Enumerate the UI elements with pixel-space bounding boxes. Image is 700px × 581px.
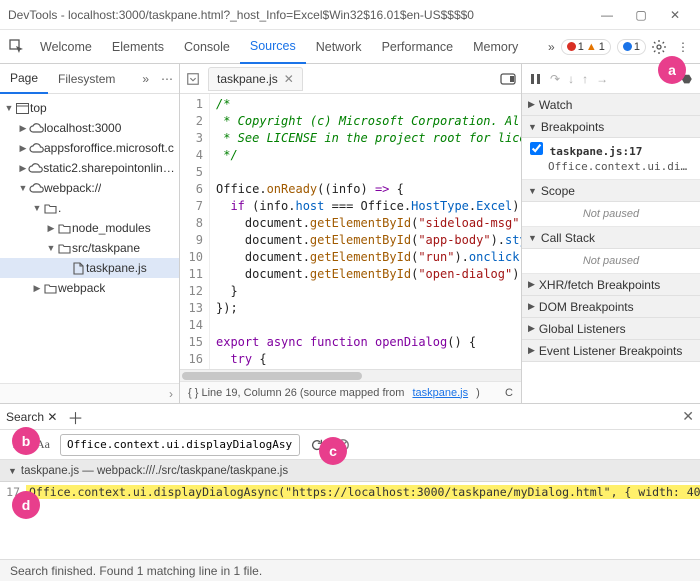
callstack-section-header[interactable]: ▼Call Stack bbox=[522, 227, 700, 249]
annotation-a: a bbox=[658, 56, 686, 84]
editor-tab-taskpane[interactable]: taskpane.js ✕ bbox=[208, 67, 303, 91]
annotation-c: c bbox=[319, 437, 347, 465]
tab-console[interactable]: Console bbox=[174, 30, 240, 64]
step-icon[interactable]: → bbox=[596, 72, 608, 86]
navigator-footer: › bbox=[0, 383, 179, 403]
annotation-b: b bbox=[12, 427, 40, 455]
scope-section-header[interactable]: ▼Scope bbox=[522, 180, 700, 202]
window-minimize-button[interactable]: — bbox=[590, 4, 624, 26]
editor-panel: taskpane.js ✕ 12345678910111213141516171… bbox=[180, 64, 522, 403]
step-over-icon[interactable]: ↷ bbox=[550, 72, 560, 86]
search-status-bar: Search finished. Found 1 matching line i… bbox=[0, 559, 700, 581]
navigator-more-icon[interactable]: » bbox=[136, 72, 155, 86]
window-maximize-button[interactable]: ▢ bbox=[624, 4, 658, 26]
debugger-panel: ↷ ↓ ↑ → ⬣ ▶Watch ▼Breakpoints taskpane.j… bbox=[522, 64, 700, 403]
breakpoints-section-body: taskpane.js:17 Office.context.ui.displa… bbox=[522, 138, 700, 180]
dom-section-header[interactable]: ▶DOM Breakpoints bbox=[522, 296, 700, 318]
tree-item[interactable]: taskpane.js bbox=[0, 258, 179, 278]
kebab-menu-icon[interactable]: ⋮ bbox=[672, 36, 694, 58]
editor-device-icon[interactable] bbox=[499, 70, 517, 88]
line-gutter[interactable]: 12345678910111213141516171819202122 bbox=[180, 94, 210, 369]
inspect-icon[interactable] bbox=[6, 36, 28, 58]
horizontal-scrollbar[interactable] bbox=[180, 369, 521, 381]
step-out-icon[interactable]: ↑ bbox=[582, 72, 588, 86]
search-input[interactable] bbox=[60, 434, 300, 456]
navigator-kebab-icon[interactable]: ⋯ bbox=[155, 72, 179, 86]
global-section-header[interactable]: ▶Global Listeners bbox=[522, 318, 700, 340]
source-map-link[interactable]: taskpane.js bbox=[412, 387, 468, 399]
window-close-button[interactable]: ✕ bbox=[658, 4, 692, 26]
tab-sources[interactable]: Sources bbox=[240, 30, 306, 64]
settings-gear-icon[interactable] bbox=[648, 36, 670, 58]
page-tab[interactable]: Page bbox=[0, 64, 48, 94]
tab-welcome[interactable]: Welcome bbox=[30, 30, 102, 64]
file-tree[interactable]: ▼top▶localhost:3000▶appsforoffice.micros… bbox=[0, 94, 179, 383]
more-tabs-icon[interactable]: » bbox=[544, 40, 559, 54]
tree-item[interactable]: ▶webpack bbox=[0, 278, 179, 298]
tab-network[interactable]: Network bbox=[306, 30, 372, 64]
navigator-panel: Page Filesystem » ⋯ ▼top▶localhost:3000▶… bbox=[0, 64, 180, 403]
close-search-tab-icon[interactable]: ✕ bbox=[47, 410, 57, 424]
event-section-header[interactable]: ▶Event Listener Breakpoints bbox=[522, 340, 700, 362]
editor-status-bar: { } Line 19, Column 26 (source mapped fr… bbox=[180, 381, 521, 403]
tree-item[interactable]: ▼webpack:// bbox=[0, 178, 179, 198]
drawer-panel: Search ✕ ＋ ✕ .* Aa ▼ taskpane.js — webpa… bbox=[0, 404, 700, 581]
step-into-icon[interactable]: ↓ bbox=[568, 72, 574, 86]
new-tab-icon[interactable]: ＋ bbox=[67, 405, 83, 429]
close-drawer-icon[interactable]: ✕ bbox=[682, 408, 694, 425]
issue-badges[interactable]: 1 ▲1 1 bbox=[561, 39, 646, 55]
tree-item[interactable]: ▶localhost:3000 bbox=[0, 118, 179, 138]
tree-item[interactable]: ▼src/taskpane bbox=[0, 238, 179, 258]
search-result-match[interactable]: 17 Office.context.ui.displayDialogAsync(… bbox=[0, 482, 700, 502]
breakpoints-section-header[interactable]: ▼Breakpoints bbox=[522, 116, 700, 138]
pause-icon[interactable] bbox=[530, 73, 542, 85]
breakpoint-item[interactable]: taskpane.js:17 Office.context.ui.displa… bbox=[530, 142, 692, 175]
annotation-d: d bbox=[12, 491, 40, 519]
tab-performance[interactable]: Performance bbox=[372, 30, 464, 64]
window-title: DevTools - localhost:3000/taskpane.html?… bbox=[8, 8, 590, 22]
tree-item[interactable]: ▼. bbox=[0, 198, 179, 218]
tab-memory[interactable]: Memory bbox=[463, 30, 528, 64]
search-result-file[interactable]: ▼ taskpane.js — webpack:///./src/taskpan… bbox=[0, 460, 700, 482]
coverage-icon[interactable]: C bbox=[505, 387, 513, 399]
filesystem-tab[interactable]: Filesystem bbox=[48, 64, 125, 94]
code-content[interactable]: /* * Copyright (c) Microsoft Corporation… bbox=[210, 94, 521, 369]
callstack-section-body: Not paused bbox=[522, 249, 700, 274]
breakpoint-checkbox[interactable] bbox=[530, 142, 543, 155]
tree-item[interactable]: ▶appsforoffice.microsoft.c bbox=[0, 138, 179, 158]
close-tab-icon[interactable]: ✕ bbox=[284, 72, 294, 86]
xhr-section-header[interactable]: ▶XHR/fetch Breakpoints bbox=[522, 274, 700, 296]
editor-tab-label: taskpane.js bbox=[217, 72, 278, 86]
watch-section-header[interactable]: ▶Watch bbox=[522, 94, 700, 116]
tab-elements[interactable]: Elements bbox=[102, 30, 174, 64]
main-tab-bar: WelcomeElementsConsoleSourcesNetworkPerf… bbox=[0, 30, 700, 64]
tree-item[interactable]: ▶static2.sharepointonline.c bbox=[0, 158, 179, 178]
scope-section-body: Not paused bbox=[522, 202, 700, 227]
title-bar: DevTools - localhost:3000/taskpane.html?… bbox=[0, 0, 700, 30]
tree-item[interactable]: ▶node_modules bbox=[0, 218, 179, 238]
tree-item[interactable]: ▼top bbox=[0, 98, 179, 118]
editor-dropdown-icon[interactable] bbox=[184, 70, 202, 88]
search-tab[interactable]: Search ✕ bbox=[6, 410, 57, 424]
